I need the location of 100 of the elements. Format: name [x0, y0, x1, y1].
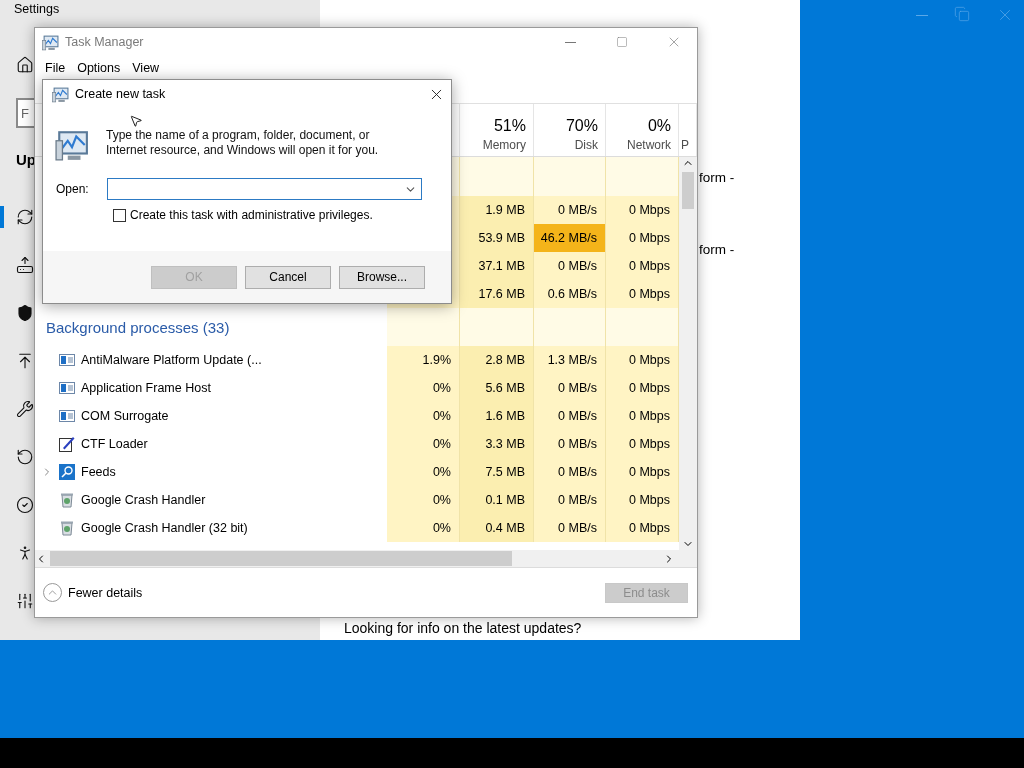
column-header[interactable]: 0% Network [606, 104, 679, 156]
computer-icon [55, 128, 89, 162]
column-percent: 51% [493, 117, 526, 135]
table-cell: 0 MB/s [534, 196, 606, 224]
dialog-button[interactable]: Browse... [339, 265, 425, 289]
table-cell: 0 Mbps [606, 196, 679, 224]
menu-item[interactable]: File [39, 58, 72, 77]
open-combo-box[interactable] [107, 178, 422, 200]
table-cell: 0 Mbps [606, 402, 679, 430]
bin-icon [59, 492, 75, 508]
monitor-chart-icon [52, 85, 69, 103]
group-title: Background processes (33) [45, 318, 230, 336]
table-cell: 1.9 MB [460, 196, 534, 224]
table-cell: 1.3 MB/s [534, 346, 606, 374]
column-label: Memory [482, 138, 526, 152]
search-field[interactable]: F [16, 98, 34, 128]
monitor-chart-icon [42, 33, 59, 51]
minimize-icon [564, 41, 576, 43]
table-cell: 3.3 MB [460, 430, 534, 458]
table-cell: 0 MB/s [534, 402, 606, 430]
column-header[interactable]: 70% Disk [534, 104, 606, 156]
sliders-icon [16, 592, 34, 610]
scrollbar-thumb[interactable] [50, 551, 512, 566]
info-text: Looking for info on the latest updates? [344, 620, 583, 636]
table-cell: 0% [387, 374, 460, 402]
table-cell: 1.9% [387, 346, 460, 374]
menu-item[interactable]: Options [71, 58, 127, 77]
checkbox[interactable] [113, 208, 126, 222]
table-cell [534, 308, 606, 346]
table-cell: 0 Mbps [606, 224, 679, 252]
process-name: Application Frame Host [81, 381, 211, 395]
content-text: form - [698, 170, 736, 186]
table-cell: 0% [387, 458, 460, 486]
table-cell: 0 MB/s [534, 374, 606, 402]
window-icon [59, 409, 75, 423]
shield-icon [16, 304, 34, 322]
table-cell: 0 MB/s [534, 458, 606, 486]
wrench-icon [16, 400, 34, 418]
table-cell: 0 MB/s [534, 252, 606, 280]
table-cell: 0 Mbps [606, 346, 679, 374]
table-cell: 7.5 MB [460, 458, 534, 486]
process-name: AntiMalware Platform Update (... [81, 353, 262, 367]
dialog-message: Type the name of a program, folder, document, or Internet resource, and Windows will open it for you. [106, 128, 380, 159]
content-text: form - [698, 242, 736, 258]
column-label: Network [627, 138, 671, 152]
column-header[interactable]: 51% Memory [460, 104, 534, 156]
table-cell: 0 MB/s [534, 486, 606, 514]
drive-upload-icon [16, 256, 34, 274]
column-label: Disk [574, 138, 598, 152]
column-header[interactable]: P [679, 104, 697, 156]
process-name: Google Crash Handler (32 bit) [81, 521, 248, 535]
table-cell: 0 Mbps [606, 514, 679, 542]
check-circle-icon [16, 496, 34, 514]
bin-icon [59, 520, 75, 536]
table-cell: 2.8 MB [460, 346, 534, 374]
column-label: P [681, 138, 689, 152]
table-cell [534, 157, 606, 196]
table-cell: 0 Mbps [606, 374, 679, 402]
table-cell: 0 Mbps [606, 430, 679, 458]
home-icon [16, 56, 34, 74]
menu-item[interactable]: View [126, 58, 166, 77]
sync-icon [16, 208, 34, 226]
table-cell: 5.6 MB [460, 374, 534, 402]
dialog-title: Create new task [75, 87, 167, 101]
table-cell: 0% [387, 514, 460, 542]
table-cell: 37.1 MB [460, 252, 534, 280]
table-cell: 0 MB/s [534, 430, 606, 458]
upload-icon [16, 352, 34, 370]
column-percent: 0% [647, 117, 671, 135]
table-cell: 17.6 MB [460, 280, 534, 308]
notepad-pen-icon [59, 436, 75, 452]
table-cell: 0 Mbps [606, 486, 679, 514]
dialog-button[interactable]: Cancel [245, 265, 331, 289]
table-cell: 0 Mbps [606, 252, 679, 280]
table-cell: 1.6 MB [460, 402, 534, 430]
window-icon [59, 353, 75, 367]
table-cell: 0.4 MB [460, 514, 534, 542]
vertical-scrollbar[interactable] [679, 157, 697, 550]
horizontal-scrollbar[interactable] [35, 550, 697, 567]
column-percent: 70% [565, 117, 598, 135]
window-icon [59, 381, 75, 395]
process-name: CTF Loader [81, 437, 148, 451]
table-cell: 0.6 MB/s [534, 280, 606, 308]
rotate-icon [16, 448, 34, 466]
mouse-pointer-icon [129, 114, 143, 128]
table-cell: 0% [387, 402, 460, 430]
window-title: Settings [13, 1, 61, 18]
fewer-details-button[interactable]: Fewer details [43, 583, 143, 602]
table-cell: 0% [387, 486, 460, 514]
table-cell: 0% [387, 430, 460, 458]
process-name: COM Surrogate [81, 409, 169, 423]
checkbox-label: Create this task with administrative privileges. [130, 208, 373, 222]
window-title: Task Manager [65, 35, 145, 49]
maximize-icon [616, 36, 628, 48]
field-label: Open: [56, 182, 90, 196]
table-cell: 0 Mbps [606, 280, 679, 308]
table-cell: 53.9 MB [460, 224, 534, 252]
table-cell: 0 Mbps [606, 458, 679, 486]
process-name: Feeds [81, 465, 116, 479]
scrollbar-thumb[interactable] [682, 172, 694, 209]
